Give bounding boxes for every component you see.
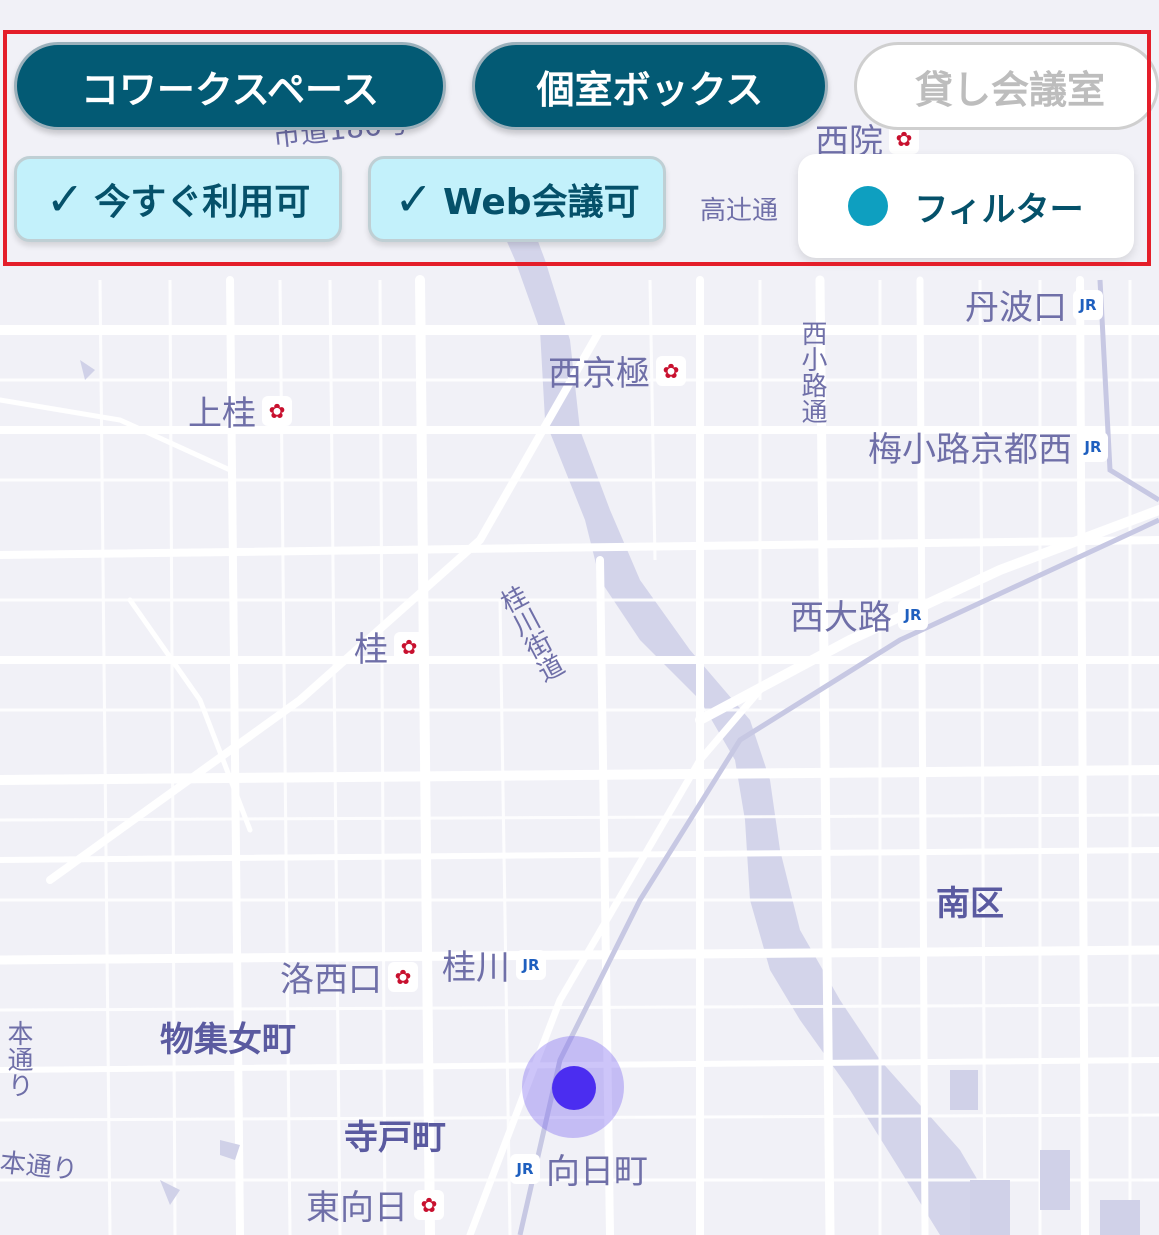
station-muko[interactable]: JR 向日町	[510, 1144, 648, 1193]
check-icon: ✓	[394, 172, 433, 226]
category-private-box-button[interactable]: 個室ボックス	[472, 42, 828, 130]
jr-icon: JR	[510, 1153, 540, 1184]
jr-icon: JR	[1078, 431, 1108, 462]
station-higashimuko[interactable]: 東向日 ✿	[306, 1180, 444, 1229]
filter-button[interactable]: フィルター	[798, 154, 1134, 258]
station-nishioji[interactable]: 西大路 JR	[790, 590, 928, 639]
street-label-hommachi: 本通り	[3, 1020, 33, 1098]
hankyu-icon: ✿	[414, 1189, 444, 1220]
hankyu-icon: ✿	[388, 961, 418, 992]
filter-bar: コワークスペース 個室ボックス 貸し会議室 ✓ 今すぐ利用可 ✓ Web会議可 …	[0, 26, 1159, 272]
hankyu-icon: ✿	[394, 631, 424, 662]
filter-indicator-icon	[848, 186, 889, 226]
station-umekoji[interactable]: 梅小路京都西 JR	[868, 422, 1108, 471]
area-label-terado: 寺戸町	[344, 1118, 446, 1158]
hankyu-icon: ✿	[262, 395, 292, 426]
area-label-minami: 南区	[936, 884, 1004, 924]
web-meeting-toggle[interactable]: ✓ Web会議可	[368, 156, 666, 242]
jr-icon: JR	[898, 599, 928, 630]
available-now-toggle[interactable]: ✓ 今すぐ利用可	[14, 156, 342, 242]
jr-icon: JR	[1073, 289, 1103, 320]
category-coworking-button[interactable]: コワークスペース	[14, 42, 446, 130]
toggle-label: 今すぐ利用可	[94, 182, 311, 223]
street-label-nishikoji: 西小路通	[797, 320, 827, 424]
current-location-icon[interactable]	[552, 1066, 596, 1110]
station-tambaguchi[interactable]: 丹波口 JR	[965, 280, 1103, 329]
category-meeting-room-button[interactable]: 貸し会議室	[854, 42, 1159, 130]
station-rakusaiguchi[interactable]: 洛西口 ✿	[280, 952, 418, 1001]
station-katsura[interactable]: 桂 ✿	[354, 622, 424, 671]
hankyu-icon: ✿	[656, 355, 686, 386]
area-label-mozumemachi: 物集女町	[160, 1020, 296, 1060]
check-icon: ✓	[45, 172, 85, 226]
toggle-label: Web会議可	[442, 182, 640, 223]
street-label-left: 本通り	[0, 1147, 80, 1186]
station-nishikyogoku[interactable]: 西京極 ✿	[548, 346, 686, 395]
filter-button-label: フィルター	[914, 189, 1084, 230]
jr-icon: JR	[516, 949, 546, 980]
station-kamikatsura[interactable]: 上桂 ✿	[188, 386, 292, 435]
station-katsuragawa[interactable]: 桂川 JR	[442, 940, 546, 989]
